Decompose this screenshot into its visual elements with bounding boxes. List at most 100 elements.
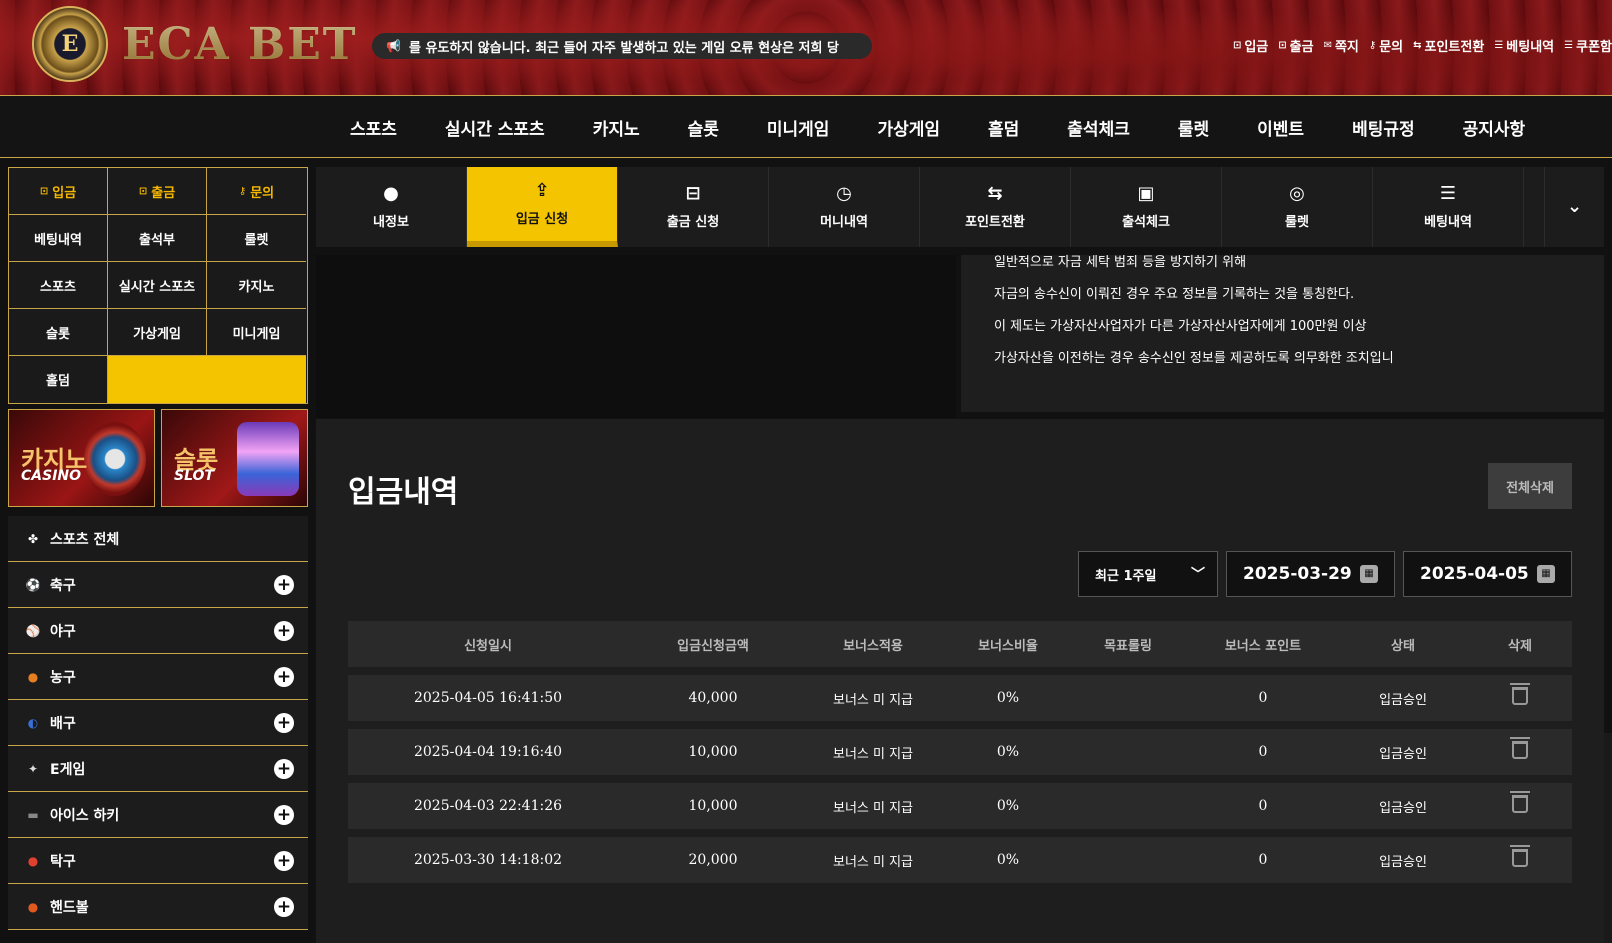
- soccer-ball-icon: ⚽: [25, 577, 41, 592]
- notice-line: 가상자산을 이전하는 경우 송수신인 정보를 제공하도록 의무화한 조치입니: [994, 351, 1394, 366]
- table-tennis-icon: ●: [27, 853, 39, 868]
- table-row: 2025-04-05 16:41:50 40,000 보너스 미 지급 0% 0…: [348, 675, 1572, 721]
- nav-notice[interactable]: 공지사항: [1463, 115, 1526, 140]
- sport-item-table-tennis[interactable]: ● 탁구 +: [8, 838, 308, 884]
- quick-casino[interactable]: 카지노: [207, 262, 306, 309]
- date-to-field[interactable]: 2025-04-05 ▦: [1403, 551, 1572, 597]
- sport-item-volleyball[interactable]: ◐ 배구 +: [8, 700, 308, 746]
- quick-bet-history[interactable]: 베팅내역: [9, 215, 108, 262]
- nav-slot[interactable]: 슬롯: [688, 115, 719, 140]
- top-link-deposit[interactable]: ⊡ 입금: [1233, 36, 1268, 55]
- sport-item-soccer[interactable]: ⚽ 축구 +: [8, 562, 308, 608]
- cell-delete: [1468, 683, 1572, 709]
- col-header: 입금신청금액: [677, 638, 749, 654]
- delete-all-button[interactable]: 전체삭제: [1488, 463, 1572, 509]
- top-link-withdraw[interactable]: ⊡ 출금: [1278, 36, 1313, 55]
- quick-roulette[interactable]: 룰렛: [207, 215, 306, 262]
- casino-banner[interactable]: 카지노 CASINO: [8, 409, 155, 507]
- sport-item-baseball[interactable]: ⚾ 야구 +: [8, 608, 308, 654]
- tab-bet-history[interactable]: ☰ 베팅내역: [1373, 167, 1524, 247]
- page-scrollbar[interactable]: [1604, 733, 1612, 943]
- col-header: 신청일시: [464, 638, 512, 654]
- quick-sports[interactable]: 스포츠: [9, 262, 108, 309]
- list-icon: ☰: [1494, 40, 1504, 51]
- nav-betting-rules[interactable]: 베팅규정: [1352, 115, 1415, 140]
- cell-ratio: 0%: [996, 852, 1020, 868]
- period-select[interactable]: 최근 1주일 ﹀: [1078, 551, 1218, 597]
- site-logo[interactable]: E ECA BET: [32, 6, 357, 82]
- quick-attendance[interactable]: 출석부: [108, 215, 207, 262]
- tab-my-info[interactable]: ● 내정보: [316, 167, 467, 247]
- sports-all[interactable]: ✤ 스포츠 전체: [8, 516, 308, 562]
- nav-attendance[interactable]: 출석체크: [1067, 115, 1130, 140]
- expand-plus-icon[interactable]: +: [274, 851, 294, 871]
- top-link-inquiry[interactable]: ⚷ 문의: [1369, 36, 1403, 55]
- top-link-coupons[interactable]: ☰ 쿠폰함: [1564, 36, 1612, 55]
- clock-icon: ◷: [836, 182, 852, 204]
- tab-point-exchange[interactable]: ⇆ 포인트전환: [920, 167, 1071, 247]
- cell-points: 0: [1258, 744, 1268, 760]
- sport-item-egame[interactable]: ✦ E게임 +: [8, 746, 308, 792]
- nav-sports[interactable]: 스포츠: [350, 115, 397, 140]
- col-header: 보너스 포인트: [1224, 638, 1302, 654]
- swap-icon: ⇆: [1413, 40, 1422, 51]
- top-links: ⊡ 입금 ⊡ 출금 ✉ 쪽지 ⚷ 문의 ⇆ 포인트전환 ☰ 베팅내역 ☰ 쿠폰함: [1233, 36, 1612, 55]
- nav-event[interactable]: 이벤트: [1257, 115, 1304, 140]
- quick-deposit[interactable]: ⊡ 입금: [9, 168, 108, 215]
- sport-item-basketball[interactable]: ● 농구 +: [8, 654, 308, 700]
- tab-money-history[interactable]: ◷ 머니내역: [769, 167, 920, 247]
- bet-list-icon: ☰: [1439, 182, 1457, 204]
- expand-plus-icon[interactable]: +: [274, 759, 294, 779]
- trash-icon[interactable]: [1510, 683, 1530, 705]
- trash-icon[interactable]: [1510, 845, 1530, 867]
- expand-plus-icon[interactable]: +: [274, 667, 294, 687]
- nav-live-sports[interactable]: 실시간 스포츠: [445, 115, 545, 140]
- top-link-messages[interactable]: ✉ 쪽지: [1324, 36, 1359, 55]
- sport-item-handball[interactable]: ● 핸드볼 +: [8, 884, 308, 930]
- slot-machine-image: [237, 422, 299, 496]
- tab-attendance[interactable]: ▣ 출석체크: [1071, 167, 1222, 247]
- tab-withdraw-request[interactable]: ⊟ 출금 신청: [618, 167, 769, 247]
- sports-all-icon: ✤: [27, 531, 39, 546]
- calendar-icon[interactable]: ▦: [1360, 565, 1378, 583]
- quick-slot[interactable]: 슬롯: [9, 309, 108, 356]
- nav-virtual-game[interactable]: 가상게임: [877, 115, 940, 140]
- notice-line: 일반적으로 자금 세탁 범죄 등을 방지하기 위해: [994, 255, 1247, 270]
- travel-rule-notice: 일반적으로 자금 세탁 범죄 등을 방지하기 위해 자금의 송수신이 이뤄진 경…: [961, 255, 1604, 412]
- expand-plus-icon[interactable]: +: [274, 621, 294, 641]
- tab-roulette[interactable]: ◎ 룰렛: [1222, 167, 1373, 247]
- quick-holdem[interactable]: 홀덤: [9, 356, 108, 403]
- slot-banner[interactable]: 슬롯 SLOT: [161, 409, 308, 507]
- trash-icon[interactable]: [1510, 791, 1530, 813]
- nav-casino[interactable]: 카지노: [593, 115, 640, 140]
- trash-icon[interactable]: [1510, 737, 1530, 759]
- cell-datetime: 2025-04-03 22:41:26: [413, 798, 563, 814]
- expand-plus-icon[interactable]: +: [274, 713, 294, 733]
- expand-plus-icon[interactable]: +: [274, 575, 294, 595]
- key-icon: ⚷: [238, 185, 247, 197]
- tabs-more-button[interactable]: ⌄: [1544, 167, 1604, 247]
- exchange-icon: ⇆: [987, 182, 1003, 204]
- expand-plus-icon[interactable]: +: [274, 897, 294, 917]
- tab-deposit-request[interactable]: ⇪ 입금 신청: [467, 167, 618, 247]
- nav-roulette[interactable]: 룰렛: [1178, 115, 1209, 140]
- quick-live-sports[interactable]: 실시간 스포츠: [108, 262, 207, 309]
- withdraw-icon: ⊡: [1278, 40, 1287, 51]
- nav-holdem[interactable]: 홀덤: [988, 115, 1019, 140]
- expand-plus-icon[interactable]: +: [274, 805, 294, 825]
- quick-grid-filler: [108, 356, 306, 403]
- quick-withdraw[interactable]: ⊡ 출금: [108, 168, 207, 215]
- top-link-bet-history[interactable]: ☰ 베팅내역: [1494, 36, 1554, 55]
- cell-ratio: 0%: [996, 744, 1020, 760]
- quick-virtual-game[interactable]: 가상게임: [108, 309, 207, 356]
- top-link-point-exchange[interactable]: ⇆ 포인트전환: [1413, 36, 1484, 55]
- sport-item-ice-hockey[interactable]: ▬ 아이스 하키 +: [8, 792, 308, 838]
- col-header: 보너스적용: [843, 638, 903, 654]
- date-from-field[interactable]: 2025-03-29 ▦: [1226, 551, 1395, 597]
- nav-minigame[interactable]: 미니게임: [767, 115, 830, 140]
- quick-minigame[interactable]: 미니게임: [207, 309, 306, 356]
- calendar-icon[interactable]: ▦: [1537, 565, 1555, 583]
- quick-inquiry[interactable]: ⚷ 문의: [207, 168, 306, 215]
- casino-banner-subtitle: CASINO: [21, 468, 82, 484]
- egame-icon: ✦: [27, 761, 39, 776]
